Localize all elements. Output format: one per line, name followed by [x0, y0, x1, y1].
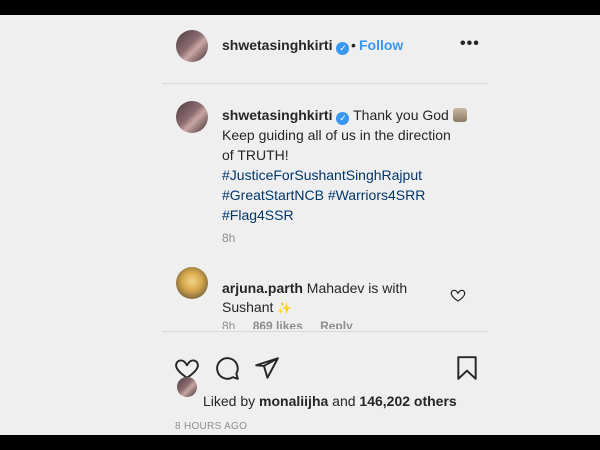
comment-meta: 8h 869 likes Reply	[222, 319, 367, 329]
verified-badge-icon: ✓	[336, 42, 350, 55]
reply-button[interactable]: Reply	[320, 319, 353, 329]
actions-divider	[162, 331, 487, 332]
author-avatar[interactable]	[176, 30, 208, 62]
liked-by-user[interactable]: monaliijha	[259, 393, 328, 409]
post-timestamp[interactable]: 8 HOURS AGO	[175, 421, 247, 432]
caption-timestamp[interactable]: 8h	[222, 231, 235, 245]
hashtag-link[interactable]: #Flag4SSR	[222, 207, 294, 223]
post-caption: shwetasinghkirti ✓ Thank you God Keep gui…	[222, 105, 484, 225]
caption-line-2: Keep guiding all of us in the direction	[222, 127, 451, 143]
share-icon[interactable]	[254, 355, 280, 381]
sparkles-emoji-icon: ✨	[277, 301, 293, 315]
header-separator: •	[351, 37, 356, 53]
post-header: shwetasinghkirti ✓ • Follow •••	[0, 25, 600, 69]
hashtag-link[interactable]: #JusticeForSushantSinghRajput	[222, 167, 422, 183]
liked-by-count[interactable]: 146,202 others	[359, 393, 456, 409]
verified-badge-icon: ✓	[336, 112, 350, 125]
commenter-avatar[interactable]	[176, 267, 208, 299]
hashtag-link[interactable]: #GreatStartNCB	[222, 187, 324, 203]
follow-button[interactable]: Follow	[359, 37, 403, 53]
caption-username[interactable]: shwetasinghkirti	[222, 107, 332, 123]
caption-author-avatar[interactable]	[176, 101, 208, 133]
comment-likes[interactable]: 869 likes	[253, 319, 303, 329]
header-divider	[162, 83, 487, 84]
liked-by: Liked by monaliijha and 146,202 others	[203, 393, 457, 409]
liked-by-joiner: and	[332, 393, 356, 409]
author-username[interactable]: shwetasinghkirti ✓	[222, 37, 350, 55]
more-options-icon[interactable]: •••	[460, 35, 480, 53]
liker-avatar[interactable]	[177, 377, 197, 397]
comment: arjuna.parth Mahadev is with Sushant ✨	[222, 279, 432, 318]
comment-icon[interactable]	[214, 355, 240, 381]
bookmark-icon[interactable]	[454, 355, 480, 381]
hashtag-link[interactable]: #Warriors4SRR	[328, 187, 426, 203]
caption-line-3: of TRUTH!	[222, 147, 289, 163]
instagram-post-panel: shwetasinghkirti ✓ • Follow ••• shwetasin…	[0, 15, 600, 435]
praying-emoji-icon	[452, 108, 467, 122]
comment-text-2: Sushant	[222, 299, 274, 315]
comment-timestamp[interactable]: 8h	[222, 319, 235, 329]
comment-username[interactable]: arjuna.parth	[222, 280, 303, 296]
comment-like-heart-icon[interactable]	[450, 287, 466, 303]
caption-line-1: Thank you God	[353, 107, 449, 123]
comment-text-1: Mahadev is with	[306, 280, 408, 296]
liked-by-prefix: Liked by	[203, 393, 256, 409]
